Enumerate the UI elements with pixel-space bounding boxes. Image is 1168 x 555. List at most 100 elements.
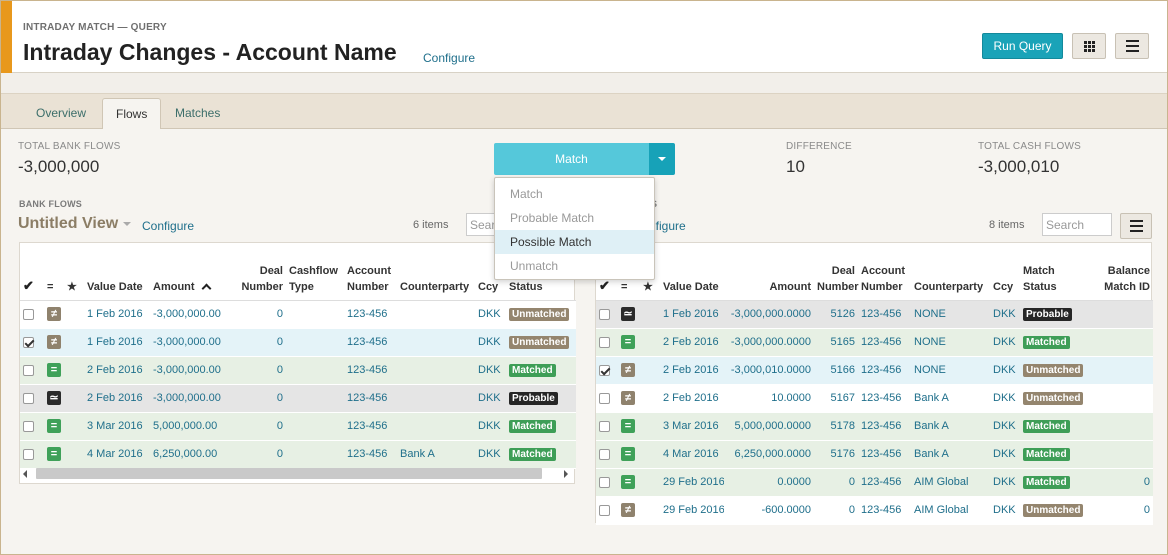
tab-overview[interactable]: Overview <box>23 98 99 130</box>
table-row[interactable]: = 3 Mar 2016 5,000,000.00 0 123-456 DKK Matche… <box>20 412 576 441</box>
column-header-amount[interactable]: Amount <box>150 243 234 301</box>
table-row[interactable]: = 29 Feb 2016 0.0000 0 123-456 AIM Global DKK M… <box>596 468 1153 497</box>
app-frame: INTRADAY MATCH — QUERY Intraday Changes … <box>0 0 1168 555</box>
row-checkbox[interactable] <box>599 476 610 488</box>
row-checkbox[interactable] <box>23 392 34 404</box>
row-checkbox[interactable] <box>23 420 34 432</box>
account-number-cell: 123-456 <box>344 412 397 441</box>
horizontal-scrollbar[interactable] <box>19 466 575 482</box>
column-header-value-date[interactable]: Value Date <box>84 243 150 301</box>
row-checkbox-cell[interactable] <box>596 300 618 329</box>
row-checkbox-cell[interactable] <box>20 440 44 469</box>
counterparty-cell: Bank A <box>911 440 990 469</box>
row-checkbox-cell[interactable] <box>20 300 44 329</box>
configure-link[interactable]: Configure <box>423 51 475 65</box>
column-header-counterparty[interactable]: Counterparty <box>911 243 990 301</box>
table-row[interactable]: ≠ 29 Feb 2016 -600.0000 0 123-456 AIM Global D… <box>596 496 1153 525</box>
ccy-cell: DKK <box>990 412 1020 441</box>
status-badge: Probable <box>509 391 558 405</box>
tab-matches[interactable]: Matches <box>162 98 233 130</box>
column-header-account-number[interactable]: Account Number <box>344 243 397 301</box>
ccy-cell: DKK <box>475 356 506 385</box>
row-checkbox[interactable] <box>599 420 610 432</box>
run-query-button[interactable]: Run Query <box>982 33 1063 59</box>
row-checkbox[interactable] <box>599 504 610 516</box>
table-row[interactable]: = 2 Feb 2016 -3,000,000.0000 5165 123-456 NON… <box>596 328 1153 357</box>
row-checkbox[interactable] <box>599 448 610 460</box>
row-checkbox[interactable] <box>23 364 34 376</box>
table-row[interactable]: ≠ 1 Feb 2016 -3,000,000.00 0 123-456 DKK Unmat… <box>20 328 576 357</box>
menu-button[interactable] <box>1115 33 1149 59</box>
table-row[interactable]: ≃ 1 Feb 2016 -3,000,000.0000 5126 123-456 NON… <box>596 300 1153 329</box>
match-icon-cell: = <box>618 412 640 441</box>
table-row[interactable]: ≠ 1 Feb 2016 -3,000,000.00 0 123-456 DKK Unmat… <box>20 300 576 329</box>
cash-menu-button[interactable] <box>1120 213 1152 239</box>
counterparty-cell: Bank A <box>911 384 990 413</box>
column-header-value-date[interactable]: Value Date <box>660 243 724 301</box>
row-checkbox[interactable] <box>599 392 610 404</box>
row-checkbox[interactable] <box>599 364 610 376</box>
page-title: Intraday Changes - Account Name <box>23 39 397 65</box>
row-checkbox[interactable] <box>23 308 34 320</box>
account-number-cell: 123-456 <box>858 384 911 413</box>
table-row[interactable]: = 2 Feb 2016 -3,000,000.00 0 123-456 DKK Match… <box>20 356 576 385</box>
row-checkbox-cell[interactable] <box>20 412 44 441</box>
ccy-cell: DKK <box>475 384 506 413</box>
caret-down-icon <box>123 221 132 226</box>
ccy-cell: DKK <box>475 300 506 329</box>
table-row[interactable]: ≠ 2 Feb 2016 10.0000 5167 123-456 Bank A DKK Un… <box>596 384 1153 413</box>
account-number-cell: 123-456 <box>858 328 911 357</box>
select-all-header[interactable]: ✔ <box>20 243 44 301</box>
match-status-cell: Matched <box>1020 440 1094 469</box>
table-row[interactable]: = 4 Mar 2016 6,250,000.00 0 123-456 Bank A DKK… <box>20 440 576 469</box>
scroll-right-icon[interactable] <box>564 470 568 478</box>
match-icon-cell: ≠ <box>618 384 640 413</box>
status-badge: Matched <box>1023 447 1070 461</box>
view-selector[interactable]: Untitled View <box>18 215 132 233</box>
menu-item-possible-match[interactable]: Possible Match <box>495 230 654 254</box>
tab-flows[interactable]: Flows <box>102 98 162 130</box>
ccy-cell: DKK <box>990 440 1020 469</box>
counterparty-cell <box>397 328 475 357</box>
row-checkbox-cell[interactable] <box>20 328 44 357</box>
status-badge: Matched <box>1023 335 1070 349</box>
column-header-cashflow-type[interactable]: Cashflow Type <box>286 243 344 301</box>
table-row[interactable]: ≃ 2 Feb 2016 -3,000,000.00 0 123-456 DKK Proba… <box>20 384 576 413</box>
tab-bar: Overview Flows Matches <box>1 93 1167 130</box>
column-header-counterparty[interactable]: Counterparty <box>397 243 475 301</box>
column-header-deal-number[interactable]: Deal Number <box>234 243 286 301</box>
column-header-balance-match-id[interactable]: Balance Match ID <box>1094 243 1153 301</box>
table-row[interactable]: = 4 Mar 2016 6,250,000.0000 5176 123-456 Bank… <box>596 440 1153 469</box>
menu-item-unmatch[interactable]: Unmatch <box>495 254 654 278</box>
row-checkbox-cell[interactable] <box>596 496 618 525</box>
bank-configure-link[interactable]: Configure <box>142 219 194 233</box>
row-checkbox[interactable] <box>599 308 610 320</box>
scroll-left-icon[interactable] <box>23 470 27 478</box>
row-checkbox[interactable] <box>23 448 34 460</box>
row-checkbox-cell[interactable] <box>596 328 618 357</box>
table-row[interactable]: = 3 Mar 2016 5,000,000.0000 5178 123-456 Bank… <box>596 412 1153 441</box>
ccy-cell: DKK <box>990 300 1020 329</box>
menu-item-probable-match[interactable]: Probable Match <box>495 206 654 230</box>
row-checkbox-cell[interactable] <box>596 440 618 469</box>
row-checkbox[interactable] <box>23 336 34 348</box>
match-button[interactable]: Match <box>494 143 649 175</box>
row-checkbox-cell[interactable] <box>596 468 618 497</box>
cash-search-input[interactable] <box>1042 213 1112 236</box>
row-checkbox-cell[interactable] <box>596 356 618 385</box>
menu-item-match[interactable]: Match <box>495 182 654 206</box>
column-header-match-status[interactable]: Match Status <box>1020 243 1094 301</box>
column-header-account-number[interactable]: Account Number <box>858 243 911 301</box>
row-checkbox-cell[interactable] <box>596 412 618 441</box>
row-checkbox-cell[interactable] <box>20 384 44 413</box>
row-checkbox[interactable] <box>599 336 610 348</box>
column-header-amount[interactable]: Amount <box>724 243 814 301</box>
scrollbar-thumb[interactable] <box>36 468 542 479</box>
match-dropdown-toggle[interactable] <box>649 143 675 175</box>
row-checkbox-cell[interactable] <box>596 384 618 413</box>
column-header-deal-number[interactable]: Deal Number <box>814 243 859 301</box>
column-header-ccy[interactable]: Ccy <box>990 243 1020 301</box>
row-checkbox-cell[interactable] <box>20 356 44 385</box>
grid-view-button[interactable] <box>1072 33 1106 59</box>
table-row[interactable]: ≠ 2 Feb 2016 -3,000,010.0000 5166 123-456 NON… <box>596 356 1153 385</box>
